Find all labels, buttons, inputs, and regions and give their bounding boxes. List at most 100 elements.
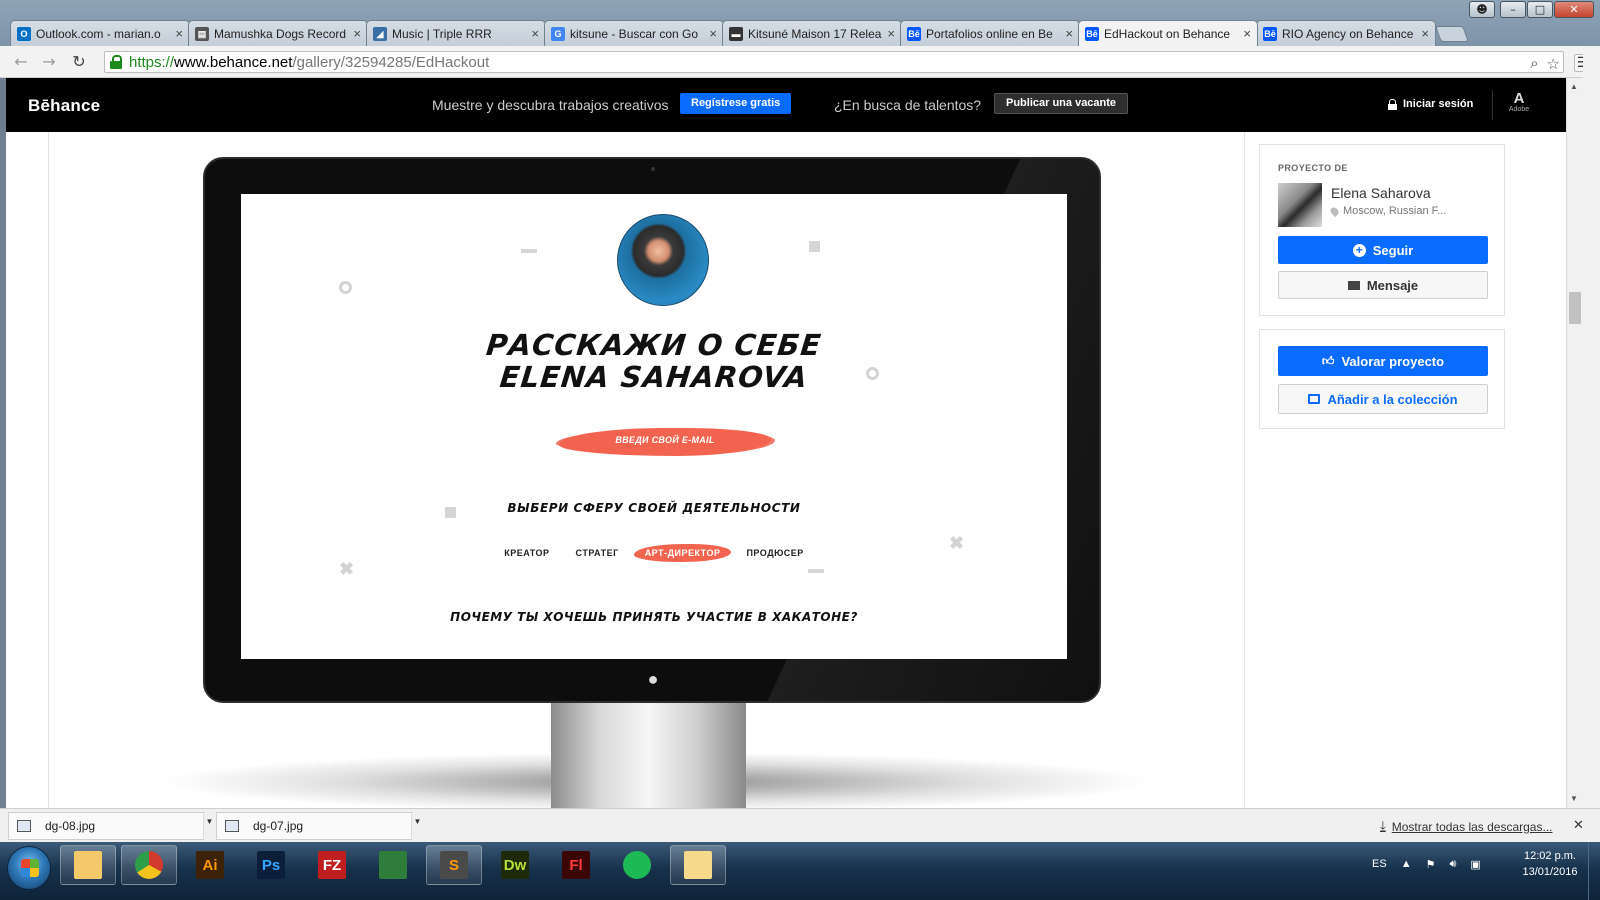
action-center-flag-icon[interactable]: ⚑ [1426,858,1436,871]
headline-name: ELENA SAHAROVA [498,360,810,394]
back-button[interactable]: ← [10,51,32,73]
taskbar-app-illustrator[interactable]: Ai [182,845,238,885]
taskbar-app-spotify[interactable] [609,845,665,885]
role-label: СТРАТЕГ [575,548,619,558]
spotify-icon [623,851,651,879]
show-all-label: Mostrar todas las descargas... [1391,819,1553,834]
role-label: КРЕАТОР [504,548,550,558]
browser-tab[interactable]: Bē RIO Agency on Behance × [1256,20,1436,46]
browser-tab[interactable]: ◢ Music | Triple RRR × [366,20,546,46]
google-icon: G [551,26,565,41]
close-tab-icon[interactable]: × [353,26,361,41]
signup-button[interactable]: Regístrese gratis [680,93,792,114]
close-tab-icon[interactable]: × [887,26,895,41]
owner-name[interactable]: Elena Saharova [1331,185,1431,201]
bookmark-star-icon[interactable]: ☆ [1547,55,1560,73]
browser-tab[interactable]: Gkitsune - Buscar con Go × [544,20,724,46]
download-filename: dg-08.jpg [45,819,96,833]
download-item[interactable]: dg-07.jpg ▼ [216,812,421,840]
start-button[interactable] [7,846,51,890]
search-icon[interactable]: ⌕ [1530,55,1538,73]
login-link[interactable]: Iniciar sesión [1388,98,1473,110]
maximize-button[interactable]: □ [1527,1,1553,18]
user-profile-icon[interactable]: ☻ [1469,1,1495,18]
flash-icon: Fl [562,851,590,879]
tab-title: RIO Agency on Behance [1282,26,1414,41]
network-icon[interactable]: ▣ [1470,858,1480,871]
new-tab-button[interactable] [1435,26,1469,42]
close-tab-icon[interactable]: × [1243,26,1251,41]
fox-icon: ▬ [729,26,743,41]
taskbar-app-photoshop[interactable]: Ps [243,845,299,885]
download-menu-caret[interactable]: ▼ [203,813,215,839]
browser-tab[interactable]: O Outlook.com - marian.o × [10,20,190,46]
browser-tab[interactable]: Bē EdHackout on Behance × [1078,20,1258,46]
taskbar-app-flash[interactable]: Fl [548,845,604,885]
post-job-button[interactable]: Publicar una vacante [994,93,1129,114]
taskbar-app-explorer[interactable] [60,845,116,885]
close-tab-icon[interactable]: × [175,26,183,41]
browser-tab[interactable]: ▤ Mamushka Dogs Record × [188,20,368,46]
adobe-logo[interactable]: A Adobe [1504,91,1534,113]
taskbar-app-sketchup[interactable] [365,845,421,885]
show-all-downloads-link[interactable]: ⤓ Mostrar todas las descargas... [1380,819,1552,834]
close-tab-icon[interactable]: × [709,26,717,41]
decor-cross: ✖ [339,559,355,579]
minimize-button[interactable]: – [1500,1,1526,18]
browser-tab[interactable]: ▬ Kitsuné Maison 17 Relea × [722,20,902,46]
owner-card: PROYECTO DE Elena Saharova Moscow, Russi… [1259,144,1505,316]
page-scrollbar[interactable]: ▲ ▼ [1566,78,1583,808]
tab-title: Mamushka Dogs Record [214,26,347,41]
tab-title: Outlook.com - marian.o [36,26,161,41]
owner-avatar[interactable] [1278,183,1322,227]
window-controls: ☻ – □ ✕ [1469,1,1594,18]
right-gutter-line [1244,132,1245,808]
taskbar-app-chrome[interactable] [121,845,177,885]
system-clock[interactable]: 12:02 p.m. 13/01/2016 [1510,848,1590,880]
address-bar[interactable]: https:// www.behance.net /gallery/325942… [104,51,1564,73]
volume-icon[interactable]: 🔊︎ [1449,858,1456,871]
browser-toolbar: ← → ↻ https:// www.behance.net /gallery/… [0,46,1600,78]
decor-dash [808,569,824,573]
role-label: АРТ-ДИРЕКТОР [644,548,721,558]
add-collection-label: Añadir a la colección [1327,391,1458,407]
close-tab-icon[interactable]: × [1065,26,1073,41]
close-tab-icon[interactable]: × [531,26,539,41]
follow-button[interactable]: + Seguir [1278,236,1488,264]
sublime-icon: S [440,851,468,879]
decor-dash [521,249,537,253]
adobe-mark-icon: A [1513,90,1525,107]
add-to-collection-button[interactable]: Añadir a la colección [1278,384,1488,414]
close-window-button[interactable]: ✕ [1554,1,1594,18]
forward-button[interactable]: → [38,51,60,73]
show-desktop-button[interactable] [1588,842,1600,900]
tab-strip: O Outlook.com - marian.o × ▤ Mamushka Dogs R… [10,20,1469,46]
message-button[interactable]: Mensaje [1278,271,1488,299]
taskbar-app-dreamweaver[interactable]: Dw [487,845,543,885]
behance-logo[interactable]: Bēhance [28,96,100,116]
download-item[interactable]: dg-08.jpg ▼ [8,812,213,840]
browser-titlebar: ☻ – □ ✕ O Outlook.com - marian.o × ▤ Mamushk… [0,0,1600,48]
close-tab-icon[interactable]: × [1421,26,1429,41]
project-image-monitor: ✖ ✖ РАССКАЖИ О СЕБЕ ELENA SAHAROVA ВВЕДИ… [203,157,1101,703]
secure-lock-icon [109,55,123,69]
tray-expand-icon[interactable]: ▲ [1401,858,1412,870]
role-label: ПРОДЮСЕР [746,548,804,558]
taskbar-app-filezilla[interactable]: FZ [304,845,360,885]
scroll-thumb[interactable] [1569,292,1581,324]
taskbar-app-outlook[interactable] [670,845,726,885]
download-menu-caret[interactable]: ▼ [411,813,423,839]
owner-location: Moscow, Russian F... [1328,205,1446,217]
appreciate-button[interactable]: 👍︎ Valorar proyecto [1278,346,1488,376]
behance-icon: Bē [907,26,921,41]
language-indicator[interactable]: ES [1372,858,1387,870]
scroll-down-icon[interactable]: ▼ [1570,794,1578,803]
browser-tab[interactable]: Bē Portafolios online en Be × [900,20,1080,46]
role-option: СТРАТЕГ [563,544,632,562]
envelope-icon [1347,280,1360,290]
taskbar-app-sublime[interactable]: S [426,845,482,885]
close-shelf-button[interactable]: ✕ [1573,818,1584,833]
reload-button[interactable]: ↻ [68,51,90,73]
scroll-up-icon[interactable]: ▲ [1570,82,1578,91]
download-shelf: dg-08.jpg ▼ dg-07.jpg ▼ ⤓ Mostrar todas … [0,808,1600,842]
